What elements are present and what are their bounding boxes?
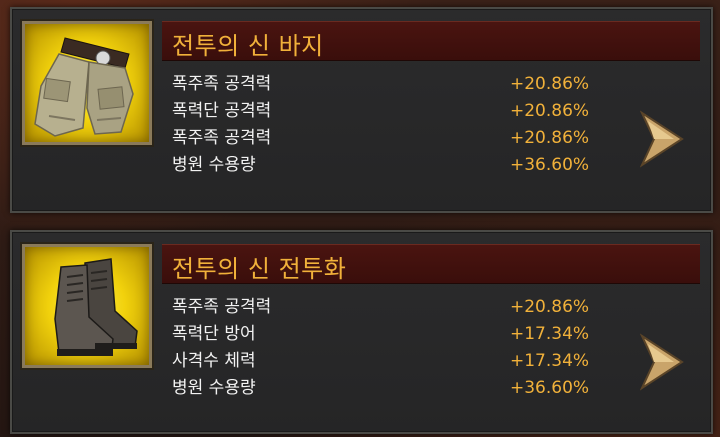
stat-row: 폭력단 공격력 +20.86% bbox=[172, 98, 612, 125]
equipment-panel: 전투의 신 바지 폭주족 공격력 +20.86% 폭력단 공격력 +20.86%… bbox=[0, 0, 720, 437]
item-card[interactable]: 전투의 신 전투화 폭주족 공격력 +20.86% 폭력단 방어 +17.34%… bbox=[10, 230, 713, 434]
stat-row: 폭주족 공격력 +20.86% bbox=[172, 71, 612, 98]
stat-name: 폭주족 공격력 bbox=[172, 297, 272, 317]
stat-name: 폭주족 공격력 bbox=[172, 74, 272, 94]
stat-name: 병원 수용량 bbox=[172, 378, 256, 398]
boots-icon bbox=[54, 258, 138, 356]
chevron-right-icon[interactable] bbox=[640, 332, 684, 392]
stat-value: +20.86% bbox=[510, 297, 590, 317]
item-icon-frame[interactable] bbox=[20, 19, 154, 147]
stat-value: +36.60% bbox=[510, 155, 590, 175]
stat-row: 병원 수용량 +36.60% bbox=[172, 375, 612, 402]
stat-row: 폭주족 공격력 +20.86% bbox=[172, 125, 612, 152]
stat-row: 병원 수용량 +36.60% bbox=[172, 152, 612, 179]
stat-row: 폭력단 방어 +17.34% bbox=[172, 321, 612, 348]
pants-icon bbox=[34, 37, 134, 137]
item-title: 전투의 신 전투화 bbox=[172, 255, 347, 283]
chevron-right-icon[interactable] bbox=[640, 109, 684, 169]
stat-name: 폭력단 공격력 bbox=[172, 101, 272, 121]
stat-value: +17.34% bbox=[510, 324, 590, 344]
stat-value: +20.86% bbox=[510, 101, 590, 121]
item-icon-frame[interactable] bbox=[20, 242, 154, 370]
stat-list: 폭주족 공격력 +20.86% 폭력단 공격력 +20.86% 폭주족 공격력 … bbox=[172, 71, 612, 179]
stat-value: +20.86% bbox=[510, 128, 590, 148]
item-card[interactable]: 전투의 신 바지 폭주족 공격력 +20.86% 폭력단 공격력 +20.86%… bbox=[10, 7, 713, 213]
stat-name: 폭주족 공격력 bbox=[172, 128, 272, 148]
stat-value: +17.34% bbox=[510, 351, 590, 371]
stat-row: 사격수 체력 +17.34% bbox=[172, 348, 612, 375]
item-title: 전투의 신 바지 bbox=[172, 32, 324, 60]
stat-name: 사격수 체력 bbox=[172, 351, 256, 371]
stat-name: 병원 수용량 bbox=[172, 155, 256, 175]
stat-name: 폭력단 방어 bbox=[172, 324, 256, 344]
stat-value: +36.60% bbox=[510, 378, 590, 398]
item-title-bar: 전투의 신 전투화 bbox=[162, 244, 700, 284]
item-title-bar: 전투의 신 바지 bbox=[162, 21, 700, 61]
stat-row: 폭주족 공격력 +20.86% bbox=[172, 294, 612, 321]
stat-list: 폭주족 공격력 +20.86% 폭력단 방어 +17.34% 사격수 체력 +1… bbox=[172, 294, 612, 402]
stat-value: +20.86% bbox=[510, 74, 590, 94]
